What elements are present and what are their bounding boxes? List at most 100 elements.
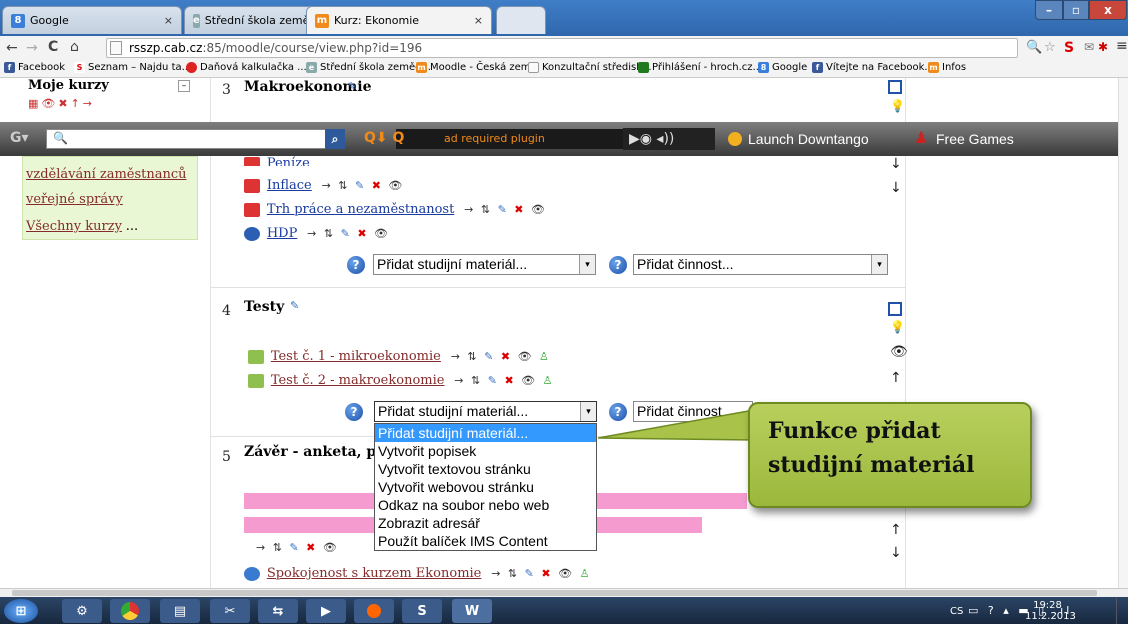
move-icon[interactable]: ↓	[890, 156, 902, 172]
highlight-section-icon[interactable]	[888, 80, 902, 94]
taskbar-skype-icon[interactable]: S	[402, 599, 442, 623]
search-button[interactable]: ⌕	[325, 129, 345, 149]
help-icon[interactable]: ?	[345, 403, 363, 421]
quiz-link-test2[interactable]: Test č. 2 - makroekonomie	[271, 373, 445, 388]
edit-icon[interactable]: ✎	[290, 299, 299, 312]
survey-link-spokojenost[interactable]: Spokojenost s kurzem Ekonomie	[267, 566, 482, 581]
quiz-edit-tools[interactable]: → ⇅ ✎ ✖ 👁 ♙	[454, 374, 554, 387]
visibility-icon[interactable]: 👁	[890, 344, 908, 360]
dropdown-option[interactable]: Odkaz na soubor nebo web	[375, 496, 596, 514]
bookmark-konzultacni[interactable]: Konzultační středisk...	[528, 62, 652, 73]
edit-icon[interactable]: ✎	[348, 80, 357, 93]
help-icon[interactable]: ?	[609, 256, 627, 274]
tab-google[interactable]: 8 Google ×	[2, 6, 182, 34]
bookmark-vitejte-facebook[interactable]: f Vítejte na Facebook...	[812, 62, 934, 73]
move-up-icon[interactable]: ↑	[890, 370, 902, 386]
address-bar[interactable]: rsszp.cab.cz:85/moodle/course/view.php?i…	[106, 38, 1018, 58]
label-edit-tools[interactable]: → ⇅ ✎ ✖ 👁	[256, 541, 339, 554]
dropdown-option[interactable]: Vytvořit textovou stránku	[375, 460, 596, 478]
taskbar-tool-icon[interactable]: ✂	[210, 599, 250, 623]
bookmark-danova[interactable]: Daňová kalkulačka ...	[186, 62, 307, 73]
dropdown-option[interactable]: Vytvořit webovou stránku	[375, 478, 596, 496]
bookmark-stredni[interactable]: e Střední škola zeměd...	[306, 62, 431, 73]
sidebar-link-verejne-spravy[interactable]: veřejné správy	[26, 192, 123, 207]
lightbulb-icon[interactable]: 💡	[890, 320, 905, 334]
help-icon[interactable]: ?	[347, 256, 365, 274]
move-icon[interactable]: ↑	[890, 522, 902, 538]
taskbar-word-icon[interactable]: W	[452, 599, 492, 623]
resource-edit-tools[interactable]: → ⇅ ✎ ✖ 👁	[322, 179, 405, 192]
language-indicator[interactable]: CS	[950, 606, 963, 617]
dropdown-option[interactable]: Zobrazit adresář	[375, 514, 596, 532]
taskbar-media-icon[interactable]: ▶	[306, 599, 346, 623]
collapse-block-icon[interactable]: –	[178, 80, 190, 92]
add-activity-select[interactable]: Přidat činnost... ▾	[633, 254, 888, 275]
resource-link-penize[interactable]: Peníze	[267, 156, 310, 166]
download-icon[interactable]: Q⬇ Q	[364, 130, 404, 146]
dropdown-option[interactable]: Vytvořit popisek	[375, 442, 596, 460]
bookmark-moodle[interactable]: m Moodle - Česká zem...	[416, 62, 540, 73]
forward-icon[interactable]: →	[26, 40, 38, 56]
start-button[interactable]: ⊞	[4, 599, 38, 623]
add-resource-select[interactable]: Přidat studijní materiál... ▾	[373, 254, 596, 275]
plugin-required-notice[interactable]: ad required plugin	[396, 129, 623, 149]
callout-line1: Funkce přidat	[768, 418, 941, 444]
tab-kurz-ekonomie[interactable]: m Kurz: Ekonomie ×	[306, 6, 492, 34]
home-icon[interactable]: ⌂	[70, 39, 79, 55]
resource-edit-tools[interactable]: → ⇅ ✎ ✖ 👁	[464, 203, 547, 216]
seznam-extension-icon[interactable]: S	[1064, 40, 1074, 56]
quiz-link-test1[interactable]: Test č. 1 - mikroekonomie	[271, 349, 441, 364]
taskbar-teamviewer-icon[interactable]: ⇆	[258, 599, 298, 623]
resource-icon	[244, 156, 260, 166]
vertical-scrollbar[interactable]	[1118, 78, 1128, 588]
add-resource-dropdown[interactable]: Přidat studijní materiál... Vytvořit pop…	[374, 423, 597, 551]
close-window-button[interactable]: x	[1089, 0, 1127, 20]
taskbar-chrome-icon[interactable]	[110, 599, 150, 623]
reload-icon[interactable]: C	[48, 39, 58, 55]
zoom-icon[interactable]: 🔍	[1026, 40, 1042, 55]
close-tab-icon[interactable]: ×	[164, 14, 173, 27]
callout-pointer	[598, 409, 755, 441]
show-desktop-button[interactable]	[1116, 598, 1128, 624]
new-tab-button[interactable]	[496, 6, 546, 34]
taskbar-app-icon[interactable]	[354, 599, 394, 623]
move-down-icon[interactable]: ↓	[890, 180, 902, 196]
bookmark-seznam[interactable]: S Seznam – Najdu ta...	[74, 62, 191, 73]
maximize-button[interactable]: ▫	[1063, 0, 1089, 20]
launch-downtango-button[interactable]: Launch Downtango	[748, 131, 869, 147]
resource-link-inflace[interactable]: Inflace	[267, 178, 312, 193]
quiz-edit-tools[interactable]: → ⇅ ✎ ✖ 👁 ♙	[451, 350, 551, 363]
sidebar-link-vzdelavani[interactable]: vzdělávání zaměstnanců	[26, 167, 187, 182]
add-resource-select-open[interactable]: Přidat studijní materiál... ▾	[374, 401, 597, 422]
highlight-section-icon[interactable]	[888, 302, 902, 316]
bookmark-hroch[interactable]: Přihlášení - hroch.cz...	[638, 62, 762, 73]
close-tab-icon[interactable]: ×	[474, 14, 483, 27]
dropdown-option[interactable]: Přidat studijní materiál...	[375, 424, 596, 442]
mail-extension-icon[interactable]: ✉	[1084, 40, 1094, 54]
scrollbar-thumb[interactable]	[12, 590, 1097, 596]
taskbar-app-network-icon[interactable]: ⚙	[62, 599, 102, 623]
resource-edit-tools[interactable]: → ⇅ ✎ ✖ 👁	[307, 227, 390, 240]
free-games-button[interactable]: Free Games	[936, 131, 1014, 147]
taskbar-explorer-icon[interactable]: ▤	[160, 599, 200, 623]
flag-extension-icon[interactable]: ✱	[1098, 40, 1108, 54]
minimize-button[interactable]: –	[1035, 0, 1063, 20]
system-clock[interactable]: 19:28 11.2.2013	[1025, 600, 1076, 622]
survey-edit-tools[interactable]: → ⇅ ✎ ✖ 👁 ♙	[491, 567, 591, 580]
lightbulb-icon[interactable]: 💡	[890, 99, 905, 113]
plugin-logo-icon[interactable]: G▾	[10, 130, 29, 146]
bookmark-facebook[interactable]: f Facebook	[4, 62, 65, 73]
media-controls[interactable]: ▶◉ ◂))	[623, 128, 715, 150]
bookmark-google[interactable]: 8 Google	[758, 62, 807, 73]
dropdown-option[interactable]: Použít balíček IMS Content	[375, 532, 596, 550]
bookmark-infos[interactable]: m Infos	[928, 62, 966, 73]
block-edit-icons[interactable]: ▦👁✖↑→	[28, 97, 95, 110]
menu-icon[interactable]: ≡	[1116, 38, 1128, 54]
back-icon[interactable]: ←	[6, 40, 18, 56]
star-icon[interactable]: ☆	[1044, 40, 1056, 55]
move-down-icon[interactable]: ↓	[890, 545, 902, 561]
resource-link-hdp[interactable]: HDP	[267, 226, 298, 241]
sidebar-link-all-courses[interactable]: Všechny kurzy	[26, 219, 122, 234]
plugin-search-input[interactable]: 🔍	[46, 129, 344, 149]
resource-link-trh-prace[interactable]: Trh práce a nezaměstnanost	[267, 202, 454, 217]
